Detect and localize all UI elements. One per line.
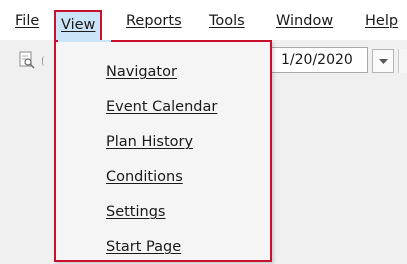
view-menu-item-event-calendar[interactable]: Event Calendar [106, 94, 217, 120]
view-menu-item-plan-history[interactable]: Plan History [106, 129, 193, 155]
dropdown-connector [58, 40, 111, 42]
window-edge [398, 49, 407, 73]
date-dropdown-button[interactable] [372, 49, 394, 73]
chevron-down-icon [379, 59, 388, 64]
menu-file[interactable]: File [15, 9, 39, 33]
menu-bar: File View Reports Tools Window Help [0, 0, 407, 40]
view-menu-dropdown: Navigator Event Calendar Plan History Co… [54, 40, 272, 262]
view-menu-item-start-page[interactable]: Start Page [106, 234, 181, 260]
menu-window[interactable]: Window [276, 9, 333, 33]
view-menu-item-navigator[interactable]: Navigator [106, 59, 177, 85]
view-menu-item-conditions[interactable]: Conditions [106, 164, 183, 190]
menu-view[interactable]: View [54, 10, 103, 40]
date-field[interactable]: 1/20/2020 [262, 47, 368, 73]
print-preview-icon[interactable] [18, 51, 36, 69]
menu-reports[interactable]: Reports [126, 9, 182, 33]
menu-tools[interactable]: Tools [209, 9, 245, 33]
view-menu-item-settings[interactable]: Settings [106, 199, 165, 225]
menu-help[interactable]: Help [365, 9, 398, 33]
toolbar-icon-partial[interactable] [42, 56, 49, 66]
